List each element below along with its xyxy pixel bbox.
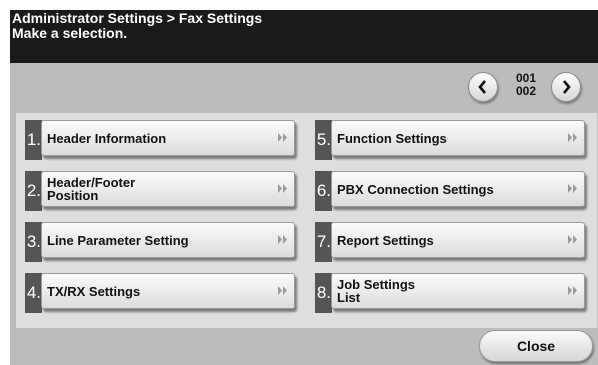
menu-item-job-settings-list[interactable]: 8. Job Settings List xyxy=(315,273,587,313)
menu-item-number: 5. xyxy=(315,120,332,160)
double-chevron-right-icon xyxy=(278,235,287,244)
job-settings-list-button[interactable]: Job Settings List xyxy=(331,273,585,309)
menu-item-number: 8. xyxy=(315,273,332,313)
double-chevron-right-icon xyxy=(568,133,577,142)
menu-item-function-settings[interactable]: 5. Function Settings xyxy=(315,120,587,160)
double-chevron-right-icon xyxy=(278,133,287,142)
report-settings-button[interactable]: Report Settings xyxy=(331,222,585,258)
menu-item-pbx-connection-settings[interactable]: 6. PBX Connection Settings xyxy=(315,171,587,211)
menu-item-label: PBX Connection Settings xyxy=(337,181,494,197)
double-chevron-right-icon xyxy=(278,286,287,295)
page-total: 002 xyxy=(515,84,537,98)
double-chevron-right-icon xyxy=(568,286,577,295)
menu-item-report-settings[interactable]: 7. Report Settings xyxy=(315,222,587,262)
menu-item-label: Function Settings xyxy=(337,130,447,146)
menu-item-label: Report Settings xyxy=(337,232,434,248)
menu-item-label: TX/RX Settings xyxy=(47,283,141,299)
chevron-left-icon xyxy=(478,80,486,94)
menu-item-line-parameter-setting[interactable]: 3. Line Parameter Setting xyxy=(25,222,297,262)
close-button[interactable]: Close xyxy=(479,330,593,362)
menu-item-tx-rx-settings[interactable]: 4. TX/RX Settings xyxy=(25,273,297,313)
menu-item-number: 7. xyxy=(315,222,332,262)
menu-item-label: Header Information xyxy=(47,130,167,146)
menu-item-header-information[interactable]: 1. Header Information xyxy=(25,120,297,160)
breadcrumb: Administrator Settings > Fax Settings xyxy=(12,10,263,26)
line-parameter-setting-button[interactable]: Line Parameter Setting xyxy=(41,222,295,258)
menu-item-number: 2. xyxy=(25,171,42,211)
function-settings-button[interactable]: Function Settings xyxy=(331,120,585,156)
title-bar: Administrator Settings > Fax Settings Ma… xyxy=(10,10,598,63)
tx-rx-settings-button[interactable]: TX/RX Settings xyxy=(41,273,295,309)
menu-item-number: 3. xyxy=(25,222,42,262)
previous-page-button[interactable] xyxy=(468,72,498,102)
chevron-right-icon xyxy=(563,80,571,94)
menu-item-number: 6. xyxy=(315,171,332,211)
menu-item-label: Job Settings List xyxy=(337,277,416,305)
menu-item-header-footer-position[interactable]: 2. Header/Footer Position xyxy=(25,171,297,211)
double-chevron-right-icon xyxy=(568,235,577,244)
menu-item-number: 1. xyxy=(25,120,42,160)
menu-item-label: Header/Footer Position xyxy=(47,175,136,203)
next-page-button[interactable] xyxy=(551,72,581,102)
pbx-connection-settings-button[interactable]: PBX Connection Settings xyxy=(331,171,585,207)
header-footer-position-button[interactable]: Header/Footer Position xyxy=(41,171,295,207)
header-information-button[interactable]: Header Information xyxy=(41,120,295,156)
menu-item-label: Line Parameter Setting xyxy=(47,232,189,248)
double-chevron-right-icon xyxy=(278,184,287,193)
menu-item-number: 4. xyxy=(25,273,42,313)
double-chevron-right-icon xyxy=(568,184,577,193)
instruction-text: Make a selection. xyxy=(12,25,128,41)
